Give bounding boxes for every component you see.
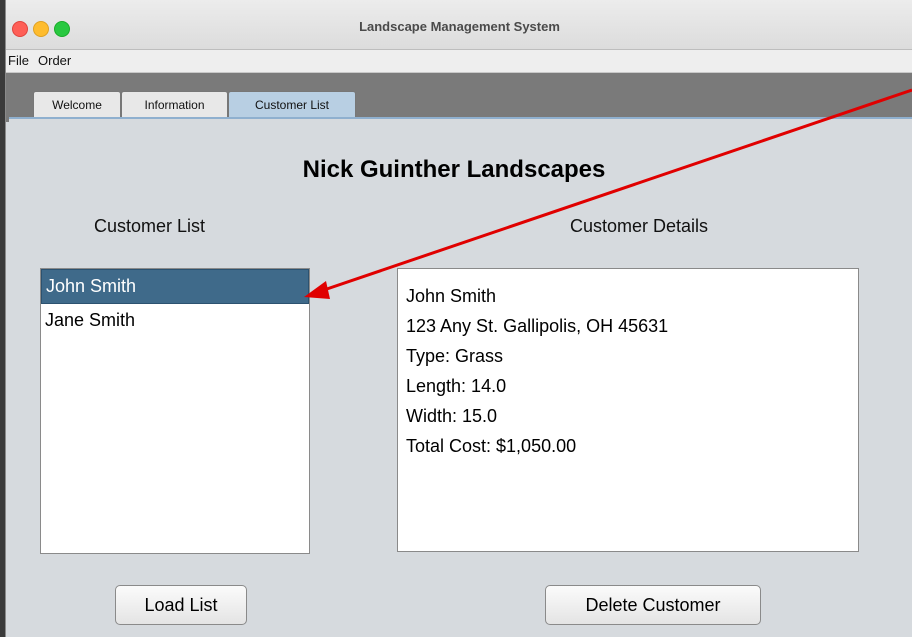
annotation-arrow-head xyxy=(304,281,330,299)
annotation-arrow xyxy=(304,88,912,299)
annotation-arrow-line xyxy=(317,88,912,294)
